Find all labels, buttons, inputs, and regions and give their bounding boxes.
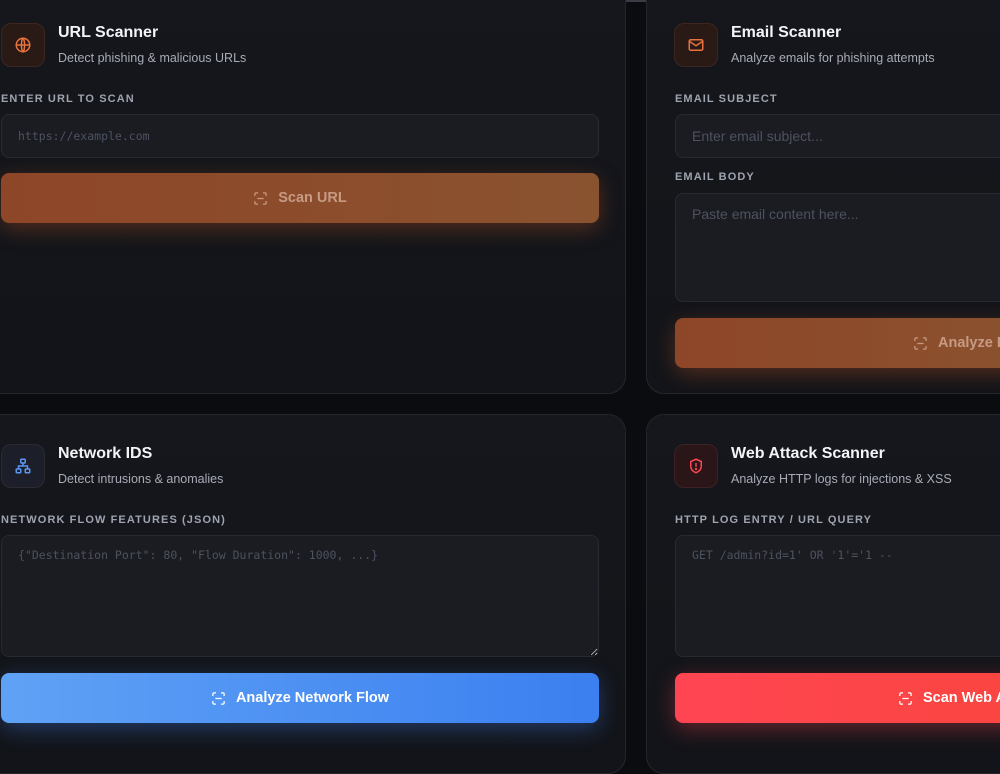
email-body-label: EMAIL BODY [675,171,755,183]
scan-icon [211,691,226,706]
flow-features-label: NETWORK FLOW FEATURES (JSON) [1,514,226,526]
email-scanner-card: Email Scanner Analyze emails for phishin… [646,0,1000,394]
card-subtitle: Analyze emails for phishing attempts [731,51,935,65]
card-subtitle: Analyze HTTP logs for injections & XSS [731,472,952,486]
analyze-email-button[interactable]: Analyze E [675,318,1000,368]
email-subject-label: EMAIL SUBJECT [675,93,778,105]
scan-icon [898,691,913,706]
analyze-email-label: Analyze E [938,335,1000,351]
network-ids-card: Network IDS Detect intrusions & anomalie… [0,414,626,774]
shield-alert-icon [674,444,718,488]
http-log-label: HTTP LOG ENTRY / URL QUERY [675,514,873,526]
globe-icon [1,23,45,67]
scan-icon [253,191,268,206]
card-subtitle: Detect intrusions & anomalies [58,472,224,486]
card-subtitle: Detect phishing & malicious URLs [58,51,247,65]
mail-icon [674,23,718,67]
scan-icon [913,336,928,351]
scan-web-attack-button[interactable]: Scan Web A [675,673,1000,723]
analyze-network-flow-label: Analyze Network Flow [235,690,390,706]
scan-url-label: Scan URL [278,190,347,206]
card-title: URL Scanner [58,24,159,41]
url-field-label: ENTER URL TO SCAN [1,93,135,105]
analyze-network-flow-button[interactable]: Analyze Network Flow [1,673,599,723]
url-scanner-card: URL Scanner Detect phishing & malicious … [0,0,626,394]
card-title: Network IDS [58,445,153,462]
url-input[interactable] [1,114,599,158]
scan-url-button[interactable]: Scan URL [1,173,599,223]
scan-web-attack-label: Scan Web A [923,690,1000,706]
email-body-input[interactable] [675,193,1000,302]
card-title: Web Attack Scanner [731,445,885,462]
email-subject-input[interactable] [675,114,1000,158]
http-log-input[interactable] [675,535,1000,657]
flow-features-input[interactable] [1,535,599,657]
card-title: Email Scanner [731,24,842,41]
web-attack-scanner-card: Web Attack Scanner Analyze HTTP logs for… [646,414,1000,774]
network-icon [1,444,45,488]
